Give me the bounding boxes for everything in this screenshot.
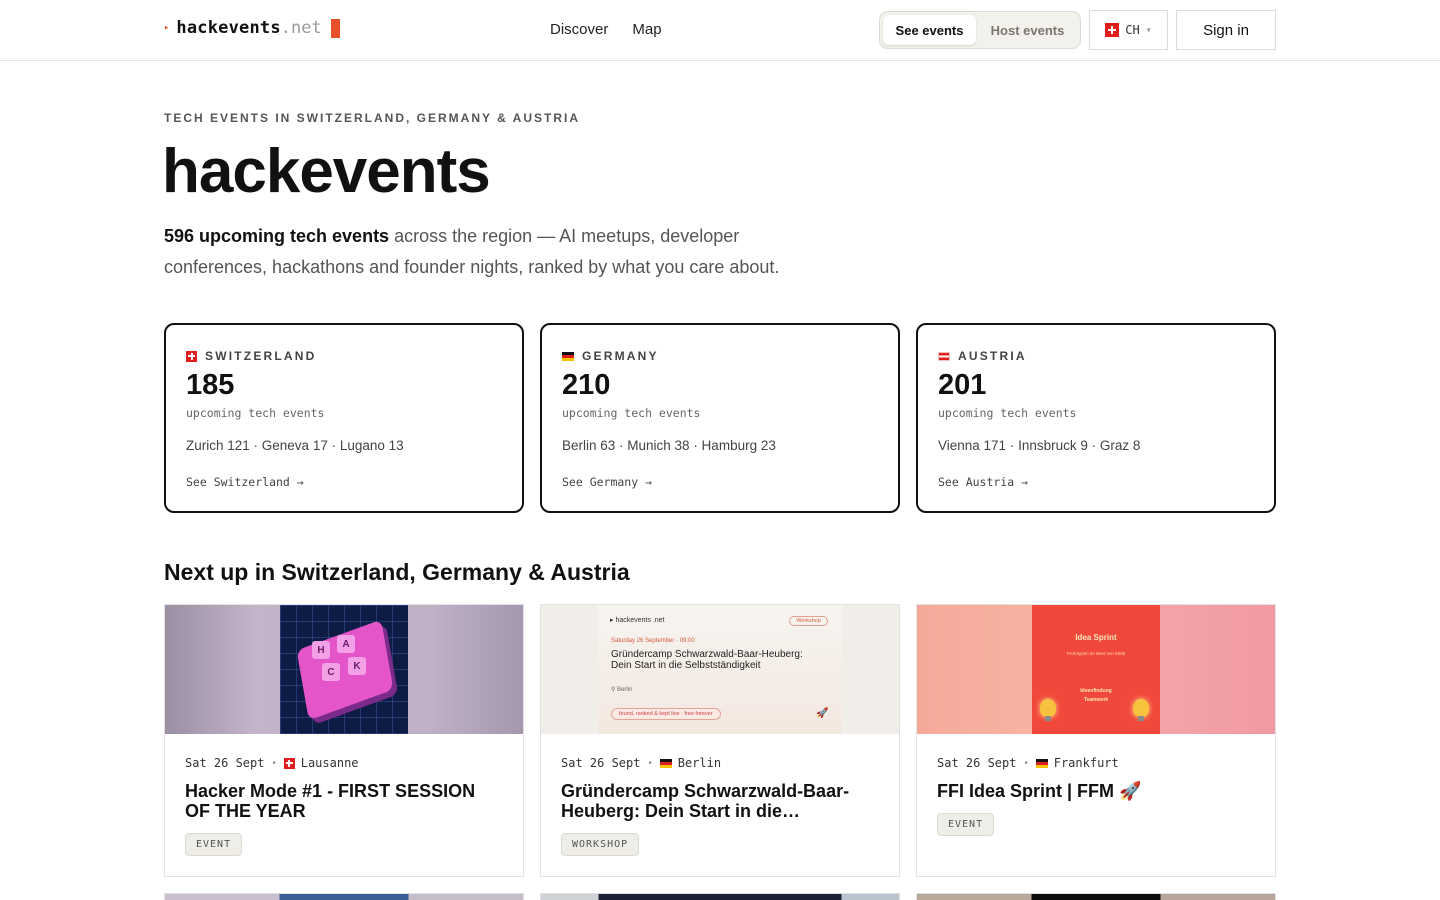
country-select[interactable]: CH ▾ xyxy=(1089,10,1168,50)
logo-name: hackevents xyxy=(176,18,281,38)
swiss-flag-icon xyxy=(186,350,197,362)
country-count-label: upcoming tech events xyxy=(186,406,325,420)
keycap-label: H xyxy=(312,641,330,659)
event-type-tag: EVENT xyxy=(185,833,243,856)
event-card[interactable]: ▸ hackevents .net Workshop Saturday 26 S… xyxy=(540,604,900,877)
event-thumbnail: H A C K xyxy=(165,605,523,734)
country-cities: Berlin 63 · Munich 38 · Hamburg 23 xyxy=(562,438,776,453)
event-card-partial[interactable] xyxy=(540,893,900,900)
hero-event-count: 596 upcoming tech events xyxy=(164,226,390,246)
event-meta: Sat 26 Sept · Lausanne xyxy=(185,756,359,770)
german-flag-icon xyxy=(562,351,574,361)
logo-arrow-icon: ▸ xyxy=(164,23,170,33)
country-count-label: upcoming tech events xyxy=(938,406,1077,420)
keycap-label: K xyxy=(348,657,366,675)
poster-title: Idea Sprint xyxy=(1075,633,1117,642)
country-name: GERMANY xyxy=(582,349,659,363)
swiss-flag-icon xyxy=(283,757,295,769)
main-nav: Discover Map xyxy=(550,21,662,38)
page-title: hackevents xyxy=(162,137,491,206)
event-city: Lausanne xyxy=(300,756,359,770)
event-title[interactable]: Gründercamp Schwarzwald-Baar-Heuberg: De… xyxy=(561,781,879,821)
german-flag-icon xyxy=(659,758,672,768)
german-flag-icon xyxy=(1035,758,1048,768)
poster-pill: found, ranked & kept live · free forever xyxy=(611,708,721,720)
logo-cursor-icon xyxy=(330,18,340,38)
country-card-austria[interactable]: AUSTRIA 201 upcoming tech events Vienna … xyxy=(916,323,1276,513)
poster-subtitle: Prototypen im Wert von 500€ xyxy=(1066,651,1126,656)
event-card-partial[interactable] xyxy=(164,893,524,900)
hero-description: 596 upcoming tech events across the regi… xyxy=(164,221,804,283)
event-title[interactable]: FFI Idea Sprint | FFM 🚀 xyxy=(937,781,1255,801)
country-cities: Zurich 121 · Geneva 17 · Lugano 13 xyxy=(186,438,404,453)
event-date: Sat 26 Sept xyxy=(185,756,265,770)
see-country-link[interactable]: See Switzerland → xyxy=(186,475,304,489)
event-poster: Idea Sprint Prototypen im Wert von 500€ … xyxy=(1032,605,1160,734)
see-country-link[interactable]: See Austria → xyxy=(938,475,1028,489)
nav-discover[interactable]: Discover xyxy=(550,21,608,38)
event-meta: Sat 26 Sept · Berlin xyxy=(561,756,721,770)
chevron-down-icon: ▾ xyxy=(1145,24,1152,36)
lightbulb-icon xyxy=(1133,699,1149,721)
country-name: AUSTRIA xyxy=(958,349,1027,363)
country-count-label: upcoming tech events xyxy=(562,406,701,420)
poster-title: Gründercamp Schwarzwald-Baar-Heuberg: De… xyxy=(611,649,803,671)
swiss-flag-icon xyxy=(1105,23,1120,37)
keycap-label: C xyxy=(322,663,340,681)
section-title: Next up in Switzerland, Germany & Austri… xyxy=(164,559,630,585)
event-card-partial[interactable] xyxy=(916,893,1276,900)
lightbulb-icon xyxy=(1040,699,1056,721)
meta-separator: · xyxy=(646,756,654,770)
country-event-count: 185 xyxy=(186,369,235,401)
country-select-value: CH xyxy=(1125,23,1140,37)
meta-separator: · xyxy=(270,756,278,770)
event-city: Berlin xyxy=(677,756,722,770)
logo[interactable]: ▸ hackevents.net xyxy=(164,18,340,38)
country-cities: Vienna 171 · Innsbruck 9 · Graz 8 xyxy=(938,438,1141,453)
event-type-tag: WORKSHOP xyxy=(561,833,640,856)
poster-chip: Workshop xyxy=(789,616,828,626)
country-card-switzerland[interactable]: SWITZERLAND 185 upcoming tech events Zur… xyxy=(164,323,524,513)
country-event-count: 201 xyxy=(938,369,987,401)
event-card[interactable]: H A C K Sat 26 Sept · Lausanne Hacker Mo… xyxy=(164,604,524,877)
event-type-tag: EVENT xyxy=(937,813,995,836)
event-thumbnail: Idea Sprint Prototypen im Wert von 500€ … xyxy=(917,605,1275,734)
country-card-germany[interactable]: GERMANY 210 upcoming tech events Berlin … xyxy=(540,323,900,513)
event-thumbnail: ▸ hackevents .net Workshop Saturday 26 S… xyxy=(541,605,899,734)
meta-separator: · xyxy=(1022,756,1030,770)
keypad-artwork: H A C K xyxy=(280,605,408,734)
event-title[interactable]: Hacker Mode #1 - FIRST SESSION OF THE YE… xyxy=(185,781,503,821)
poster-brand: ▸ hackevents .net xyxy=(610,617,665,624)
host-events-toggle[interactable]: Host events xyxy=(978,15,1077,45)
country-name: SWITZERLAND xyxy=(205,349,317,363)
poster-keyword: Ideenfindung xyxy=(1080,688,1112,694)
rocket-icon: 🚀 xyxy=(816,708,829,719)
keycap-label: A xyxy=(337,635,355,653)
event-date: Sat 26 Sept xyxy=(561,756,641,770)
event-city: Frankfurt xyxy=(1053,756,1119,770)
event-date: Sat 26 Sept xyxy=(937,756,1017,770)
see-country-link[interactable]: See Germany → xyxy=(562,475,652,489)
mode-toggle: See events Host events xyxy=(879,11,1081,49)
event-meta: Sat 26 Sept · Frankfurt xyxy=(937,756,1119,770)
poster-date: Saturday 26 September · 09:00 xyxy=(611,638,695,644)
austrian-flag-icon xyxy=(938,351,950,361)
sign-in-button[interactable]: Sign in xyxy=(1176,10,1276,50)
country-event-count: 210 xyxy=(562,369,611,401)
poster-location: ⚲ Berlin xyxy=(611,687,633,693)
event-card[interactable]: Idea Sprint Prototypen im Wert von 500€ … xyxy=(916,604,1276,877)
see-events-toggle[interactable]: See events xyxy=(883,15,977,45)
nav-map[interactable]: Map xyxy=(632,21,661,38)
event-poster: ▸ hackevents .net Workshop Saturday 26 S… xyxy=(598,605,842,734)
top-navbar: ▸ hackevents.net Discover Map See events… xyxy=(0,0,1440,61)
hero-eyebrow: TECH EVENTS IN SWITZERLAND, GERMANY & AU… xyxy=(164,111,581,125)
logo-tld: .net xyxy=(280,18,322,38)
